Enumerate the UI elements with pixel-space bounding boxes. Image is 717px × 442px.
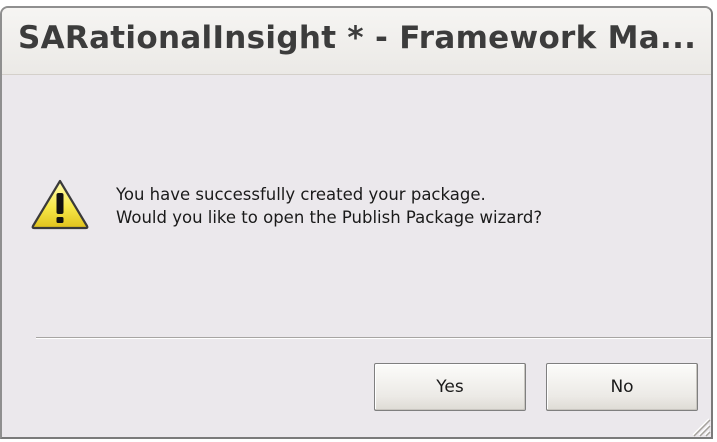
resize-grip-icon[interactable] [689, 415, 711, 437]
dialog-body: You have successfully created your packa… [2, 75, 711, 437]
message-text: You have successfully created your packa… [116, 183, 542, 229]
message-line-1: You have successfully created your packa… [116, 185, 486, 204]
separator-line [36, 337, 711, 339]
title-bar[interactable]: SARationalInsight * - Framework Ma... [2, 8, 711, 75]
yes-button[interactable]: Yes [374, 363, 526, 411]
warning-icon [31, 179, 89, 230]
dialog-window: SARationalInsight * - Framework Ma... Yo… [0, 6, 713, 439]
no-button[interactable]: No [546, 363, 698, 411]
message-line-2: Would you like to open the Publish Packa… [116, 208, 543, 227]
window-title: SARationalInsight * - Framework Ma... [18, 20, 697, 56]
